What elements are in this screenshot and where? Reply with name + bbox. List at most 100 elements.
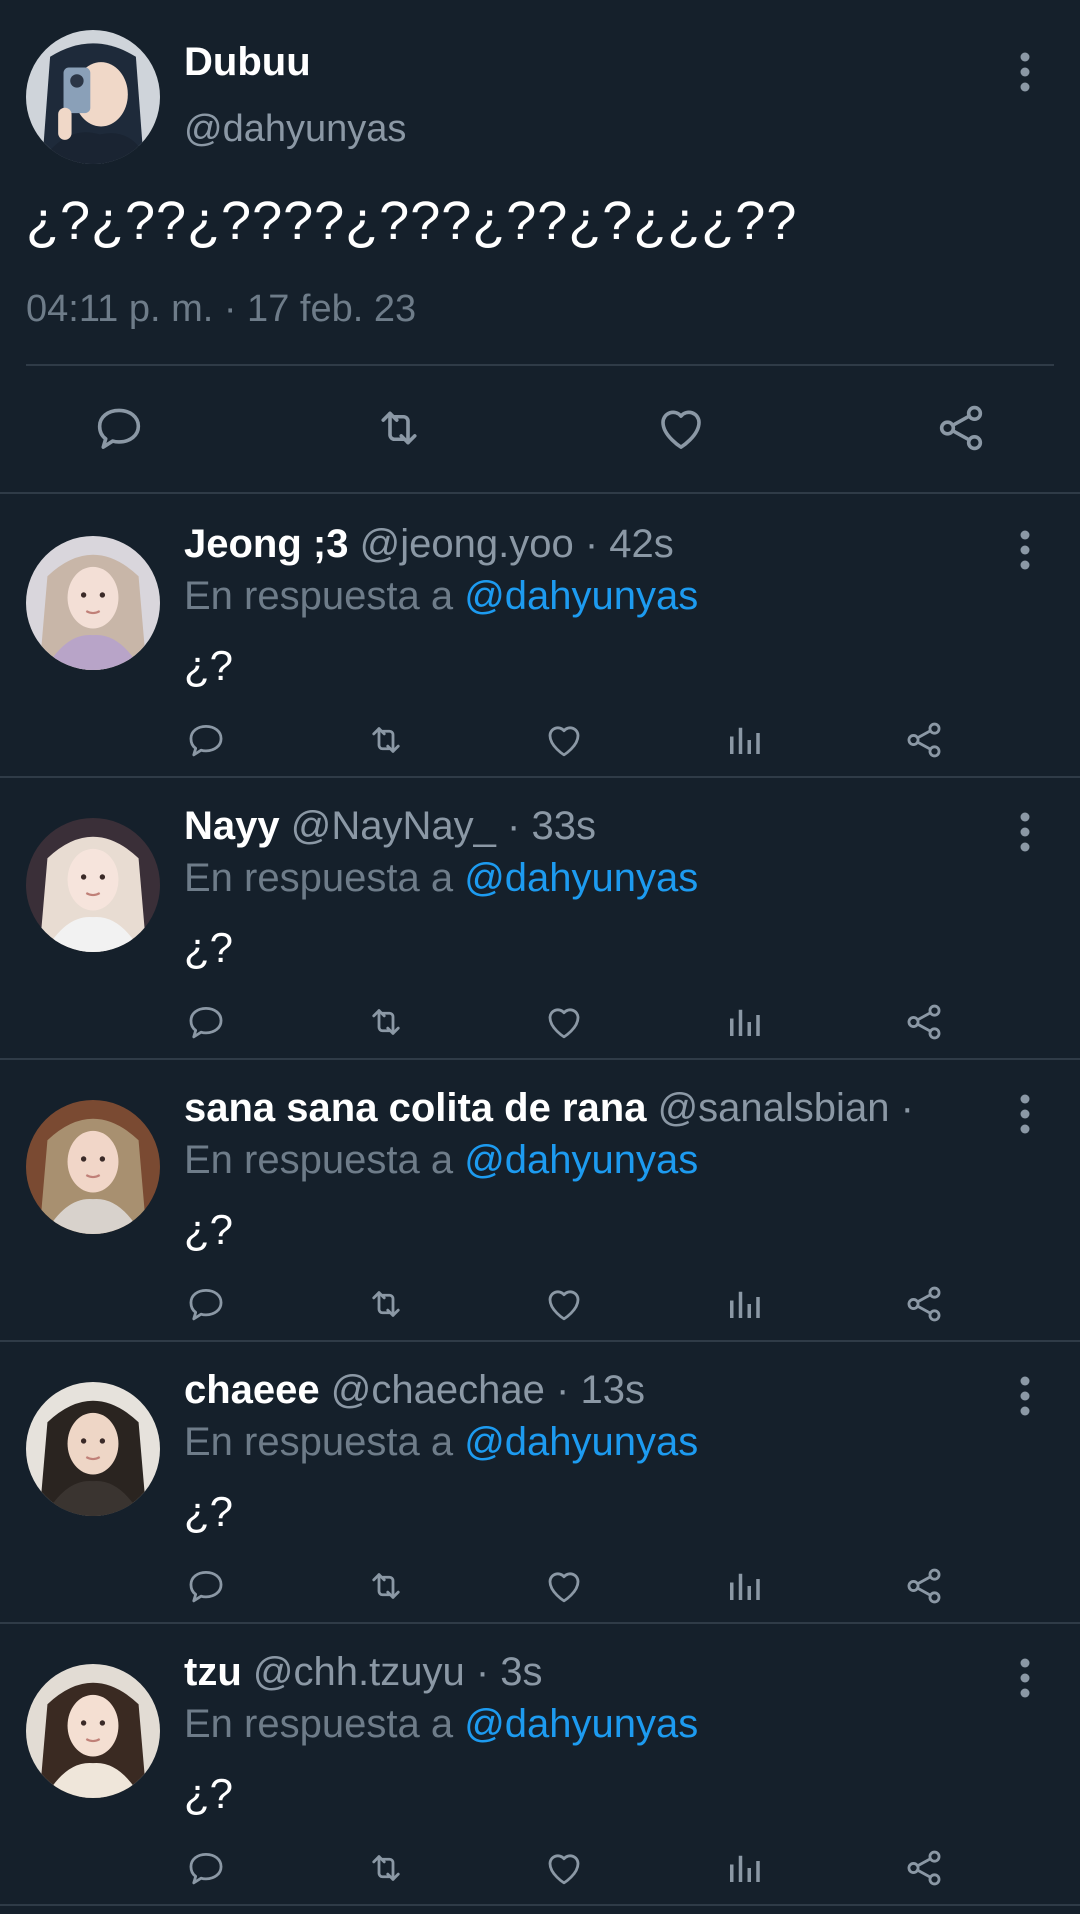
meta-separator: · [475, 1650, 490, 1694]
more-options-button[interactable] [1005, 802, 1045, 862]
retweet-button[interactable] [360, 996, 412, 1048]
avatar[interactable] [26, 1664, 160, 1798]
retweet-button[interactable] [360, 1560, 412, 1612]
tweet-timestamp[interactable]: 04:11 p. m. · 17 feb. 23 [26, 288, 416, 331]
replying-to: En respuesta a @dahyunyas [184, 1702, 698, 1747]
more-options-button[interactable] [1005, 1366, 1045, 1426]
avatar[interactable] [26, 536, 160, 670]
mention-link[interactable]: @dahyunyas [464, 1420, 698, 1464]
views-button[interactable] [718, 996, 770, 1048]
replying-to-label: En respuesta a [184, 1420, 454, 1464]
reply-button[interactable] [84, 393, 154, 463]
reply-header: chaeee @chaechae · 13s [184, 1368, 964, 1413]
like-button[interactable] [538, 714, 590, 766]
share-icon [907, 1850, 941, 1886]
reply-time[interactable]: 3s [500, 1650, 542, 1694]
reply-tweet[interactable]: Jeong ;3 @jeong.yoo · 42s En respuesta a… [0, 494, 1080, 778]
more-vertical-icon [1020, 1376, 1030, 1416]
share-icon [907, 1568, 941, 1604]
avatar[interactable] [26, 1382, 160, 1516]
tweet-text: ¿? [184, 1206, 234, 1253]
mention-link[interactable]: @dahyunyas [464, 1702, 698, 1746]
author-handle[interactable]: @chh.tzuyu [253, 1650, 465, 1694]
reply-tweet[interactable]: Nayy @NayNay_ · 33s En respuesta a @dahy… [0, 776, 1080, 1060]
reply-icon [189, 1006, 223, 1039]
reply-tweet[interactable]: chaeee @chaechae · 13s En respuesta a @d… [0, 1340, 1080, 1624]
more-options-button[interactable] [1005, 1648, 1045, 1708]
author-handle[interactable]: @NayNay_ [291, 804, 496, 848]
mention-link[interactable]: @dahyunyas [464, 856, 698, 900]
reply-time[interactable]: 42s [609, 522, 674, 566]
reply-button[interactable] [180, 1560, 232, 1612]
main-tweet: Dubuu @dahyunyas ¿?¿??¿????¿???¿??¿?¿¿¿?… [0, 0, 1080, 494]
reply-icon [189, 1288, 223, 1321]
avatar[interactable] [26, 30, 160, 164]
more-options-button[interactable] [1005, 520, 1045, 580]
reply-button[interactable] [180, 996, 232, 1048]
replying-to: En respuesta a @dahyunyas [184, 856, 698, 901]
like-button[interactable] [538, 1842, 590, 1894]
share-button[interactable] [898, 1842, 950, 1894]
views-button[interactable] [718, 1278, 770, 1330]
more-vertical-icon [1020, 530, 1030, 570]
reply-button[interactable] [180, 1278, 232, 1330]
author-name[interactable]: sana sana colita de rana [184, 1086, 646, 1130]
views-button[interactable] [718, 714, 770, 766]
author-name[interactable]: Jeong ;3 [184, 522, 348, 566]
like-button[interactable] [538, 1560, 590, 1612]
avatar[interactable] [26, 1100, 160, 1234]
reply-tweet[interactable]: tzu @chh.tzuyu · 3s En respuesta a @dahy… [0, 1622, 1080, 1906]
like-icon [661, 410, 701, 449]
author-name[interactable]: Nayy [184, 804, 280, 848]
retweet-button[interactable] [360, 1278, 412, 1330]
reply-header: tzu @chh.tzuyu · 3s [184, 1650, 964, 1695]
views-icon [730, 727, 760, 754]
author-handle[interactable]: @sanalsbian [658, 1086, 890, 1130]
reply-tweet[interactable]: sana sana colita de rana @sanalsbian · E… [0, 1058, 1080, 1342]
replying-to-label: En respuesta a [184, 1138, 454, 1182]
like-button[interactable] [538, 1278, 590, 1330]
reply-icon [189, 1570, 223, 1603]
share-button[interactable] [898, 714, 950, 766]
reply-time[interactable]: 13s [580, 1368, 645, 1412]
retweet-icon [372, 1009, 400, 1035]
avatar[interactable] [26, 818, 160, 952]
reply-button[interactable] [180, 714, 232, 766]
views-button[interactable] [718, 1560, 770, 1612]
tweet-text: ¿? [184, 924, 234, 971]
author-handle[interactable]: @jeong.yoo [360, 522, 574, 566]
mention-link[interactable]: @dahyunyas [464, 574, 698, 618]
author-handle[interactable]: @chaechae [331, 1368, 545, 1412]
reply-icon [97, 408, 141, 449]
retweet-button[interactable] [364, 393, 434, 463]
tweet-text: ¿?¿??¿????¿???¿??¿?¿¿¿?? [26, 191, 798, 251]
author-name[interactable]: chaeee [184, 1368, 320, 1412]
like-button[interactable] [538, 996, 590, 1048]
reply-time[interactable]: 33s [531, 804, 596, 848]
replying-to-label: En respuesta a [184, 856, 454, 900]
author-handle[interactable]: @dahyunyas [184, 108, 406, 151]
tweet-text: ¿? [184, 642, 234, 689]
retweet-button[interactable] [360, 714, 412, 766]
share-icon [939, 405, 983, 451]
retweet-button[interactable] [360, 1842, 412, 1894]
share-button[interactable] [898, 1278, 950, 1330]
author-name[interactable]: Dubuu [184, 40, 311, 85]
more-options-button[interactable] [1005, 42, 1045, 102]
views-button[interactable] [718, 1842, 770, 1894]
replying-to: En respuesta a @dahyunyas [184, 1420, 698, 1465]
share-icon [907, 1004, 941, 1040]
more-vertical-icon [1020, 812, 1030, 852]
reply-button[interactable] [180, 1842, 232, 1894]
author-name[interactable]: tzu [184, 1650, 242, 1694]
replying-to-label: En respuesta a [184, 1702, 454, 1746]
share-button[interactable] [898, 996, 950, 1048]
reply-icon [189, 1852, 223, 1885]
mention-link[interactable]: @dahyunyas [464, 1138, 698, 1182]
like-icon [548, 1008, 580, 1039]
reply-icon [189, 724, 223, 757]
share-button[interactable] [898, 1560, 950, 1612]
share-button[interactable] [926, 393, 996, 463]
more-options-button[interactable] [1005, 1084, 1045, 1144]
like-button[interactable] [646, 393, 716, 463]
